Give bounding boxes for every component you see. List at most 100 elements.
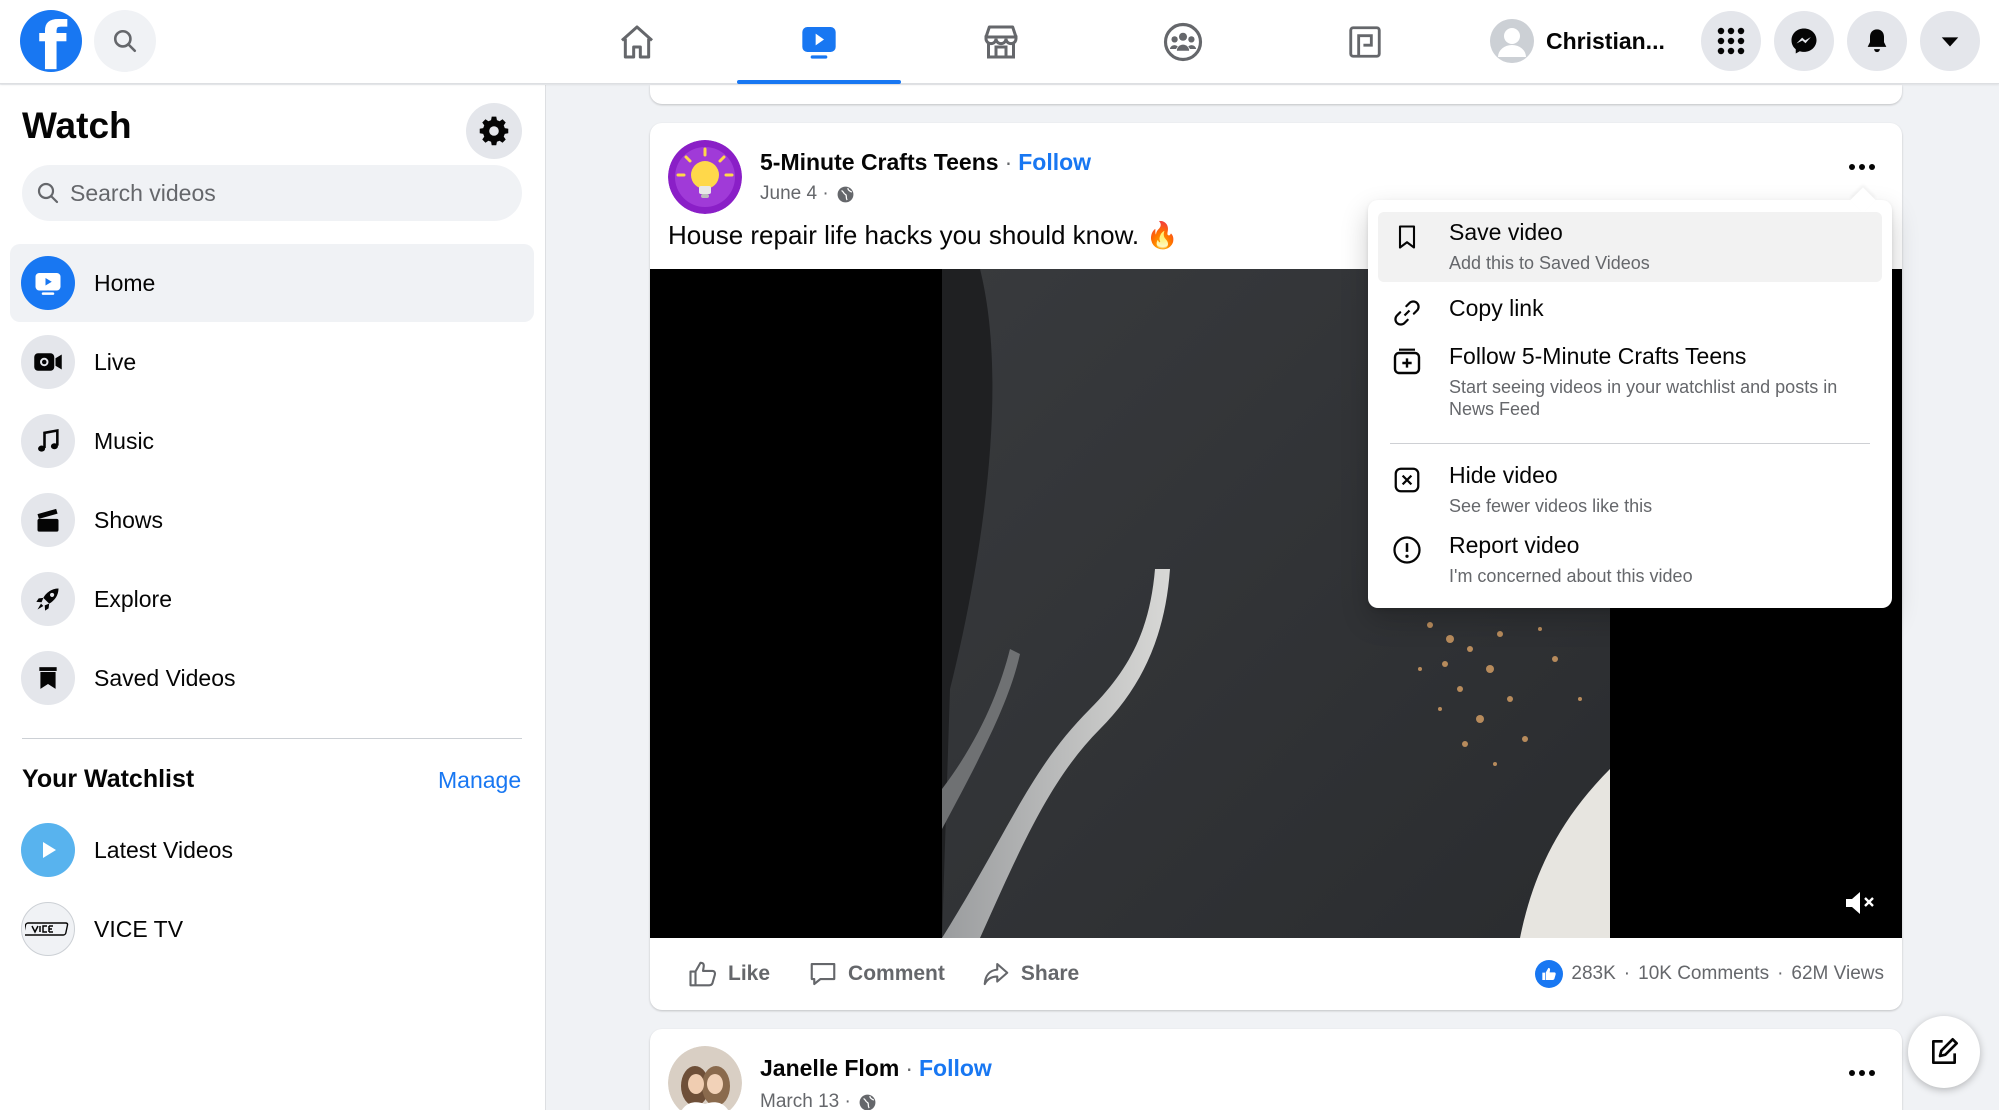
like-reaction-icon [1535, 960, 1564, 988]
profile-photo-icon [668, 1046, 742, 1110]
follow-button[interactable]: Follow [919, 1055, 992, 1081]
watch-settings-button[interactable] [466, 103, 522, 159]
post-meta: June 4 · [760, 183, 855, 205]
gear-icon [479, 116, 509, 146]
menu-item-title: Copy link [1449, 295, 1544, 321]
page-avatar[interactable] [668, 140, 742, 214]
default-avatar-icon [1490, 19, 1534, 63]
reaction-count[interactable]: 283K [1571, 963, 1615, 985]
menu-item-report-video[interactable]: Report video I'm concerned about this vid… [1378, 525, 1882, 591]
page-name-link[interactable]: 5-Minute Crafts Teens [760, 149, 999, 175]
post-options-button[interactable] [1840, 1051, 1884, 1095]
messenger-button[interactable] [1774, 11, 1834, 71]
separator-dot: · [1623, 963, 1631, 984]
sidebar-item-label: Explore [94, 585, 172, 612]
sidebar-item-music[interactable]: Music [10, 402, 534, 480]
comment-count[interactable]: 10K Comments [1638, 963, 1769, 985]
like-label: Like [728, 962, 771, 985]
menu-item-title: Report video [1449, 532, 1580, 558]
search-icon [113, 29, 137, 53]
sidebar-item-label: Saved Videos [94, 664, 236, 691]
search-videos-field[interactable] [22, 165, 522, 221]
tab-home[interactable] [555, 0, 719, 84]
menu-item-subtitle: Add this to Saved Videos [1449, 253, 1650, 273]
separator-dot: · [905, 1055, 913, 1081]
menu-item-copy-link[interactable]: Copy link [1378, 288, 1882, 334]
separator-dot: · [1777, 963, 1784, 984]
rocket-icon [21, 572, 75, 626]
menu-item-subtitle: See fewer videos like this [1449, 496, 1653, 516]
post-stats: 283K · 10K Comments · 62M Views [1535, 938, 1884, 1010]
messenger-icon [1791, 28, 1817, 54]
follow-add-icon [1390, 344, 1424, 378]
comment-icon [810, 962, 836, 986]
tab-groups[interactable] [1101, 0, 1265, 84]
new-message-button[interactable] [1908, 1016, 1980, 1088]
vice-tv-logo-icon [21, 902, 75, 956]
page-name-link[interactable]: Janelle Flom [760, 1055, 899, 1081]
top-navigation-bar: f Christian... [0, 0, 1999, 84]
sidebar-item-saved-videos[interactable]: Saved Videos [10, 639, 534, 717]
music-note-icon [21, 414, 75, 468]
play-icon [21, 823, 75, 877]
sidebar-item-home[interactable]: Home [10, 244, 534, 322]
facebook-logo-icon[interactable]: f [20, 10, 82, 72]
tab-watch[interactable] [737, 0, 901, 84]
close-box-icon [1390, 463, 1424, 497]
comment-label: Comment [848, 962, 945, 985]
watch-home-icon [21, 256, 75, 310]
comment-button[interactable]: Comment [808, 959, 945, 989]
sidebar-title: Watch [22, 105, 132, 146]
tab-marketplace[interactable] [919, 0, 1083, 84]
sidebar-item-label: Music [94, 427, 155, 454]
watchlist-item-latest-videos[interactable]: Latest Videos [10, 811, 534, 889]
menu-button[interactable] [1701, 11, 1761, 71]
sidebar-divider [22, 738, 522, 739]
notifications-button[interactable] [1847, 11, 1907, 71]
post-options-menu: Save video Add this to Saved Videos Copy … [1368, 200, 1892, 608]
mute-icon[interactable] [1844, 889, 1878, 917]
more-horizontal-icon [1849, 1070, 1875, 1076]
watchlist-item-label: VICE TV [94, 915, 184, 942]
post-date-link[interactable]: March 13 · [760, 1091, 851, 1110]
sidebar-item-live[interactable]: Live [10, 323, 534, 401]
page-avatar[interactable] [668, 1046, 742, 1110]
tab-gaming[interactable] [1283, 0, 1447, 84]
profile-button[interactable]: Christian... [1490, 16, 1665, 66]
watchlist-item-vice-tv[interactable]: VICE TV [10, 890, 534, 968]
sidebar-item-explore[interactable]: Explore [10, 560, 534, 638]
menu-item-title: Save video [1449, 219, 1563, 245]
manage-watchlist-link[interactable]: Manage [438, 767, 521, 794]
search-icon [37, 182, 59, 204]
sidebar-item-shows[interactable]: Shows [10, 481, 534, 559]
post-options-button[interactable] [1840, 145, 1884, 189]
sidebar-item-label: Shows [94, 506, 164, 533]
link-icon [1390, 296, 1424, 330]
follow-button[interactable]: Follow [1018, 149, 1091, 175]
menu-item-save-video[interactable]: Save video Add this to Saved Videos [1378, 212, 1882, 282]
share-button[interactable]: Share [981, 959, 1079, 989]
post-meta: March 13 · [760, 1091, 877, 1110]
post-date-link[interactable]: June 4 · [760, 183, 829, 205]
second-post-card: Janelle Flom · Follow March 13 · [650, 1029, 1902, 1110]
search-button[interactable] [94, 10, 156, 72]
gaming-icon [1349, 26, 1381, 58]
account-button[interactable] [1920, 11, 1980, 71]
groups-icon [1163, 22, 1203, 62]
bookmark-outline-icon [1390, 220, 1424, 254]
search-videos-input[interactable] [70, 179, 490, 207]
menu-item-hide-video[interactable]: Hide video See fewer videos like this [1378, 455, 1882, 521]
avatar [1490, 19, 1534, 63]
post-action-bar: Like Comment Share 283K · 10K Comments ·… [650, 938, 1902, 1010]
lightbulb-logo-icon [668, 140, 742, 214]
menu-item-title: Hide video [1449, 462, 1558, 488]
watch-icon [802, 27, 836, 59]
bookmark-icon [21, 651, 75, 705]
globe-icon [859, 1094, 876, 1110]
like-button[interactable]: Like [688, 959, 770, 989]
menu-item-subtitle: I'm concerned about this video [1449, 566, 1693, 586]
menu-item-follow-page[interactable]: Follow 5-Minute Crafts Teens Start seeing… [1378, 336, 1882, 432]
more-horizontal-icon [1849, 164, 1875, 170]
profile-name: Christian... [1546, 27, 1665, 54]
post-header-title: 5-Minute Crafts Teens · Follow [760, 149, 1091, 176]
